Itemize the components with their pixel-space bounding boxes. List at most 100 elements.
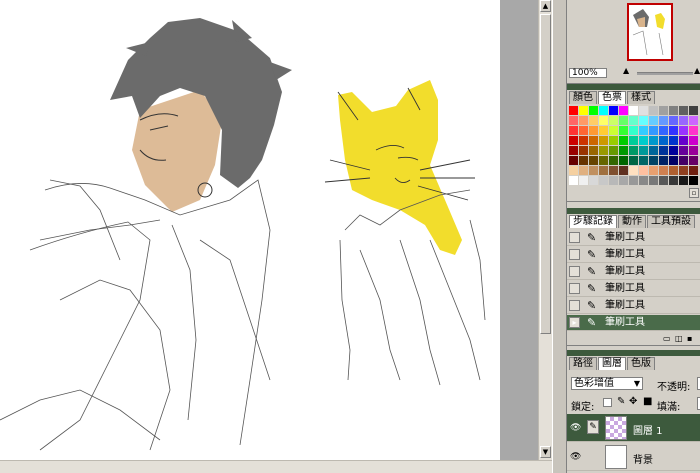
history-item[interactable]: ✎ 筆刷工具 (567, 281, 700, 297)
scroll-up-arrow-icon[interactable]: ▲ (540, 0, 551, 12)
eye-icon[interactable]: 👁 (570, 452, 582, 462)
color-swatch[interactable] (679, 126, 688, 135)
color-swatch[interactable] (599, 106, 608, 115)
lock-move-icon[interactable]: ✥ (629, 396, 637, 407)
color-swatch[interactable] (659, 126, 668, 135)
tab-channels[interactable]: 色版 (627, 357, 655, 370)
tab-history[interactable]: 步驟記錄 (569, 215, 617, 228)
color-swatch[interactable] (659, 136, 668, 145)
navigator-preview[interactable] (627, 3, 673, 61)
color-swatch[interactable] (599, 156, 608, 165)
color-swatch[interactable] (609, 106, 618, 115)
color-swatch[interactable] (659, 176, 668, 185)
color-swatch[interactable] (639, 136, 648, 145)
color-swatch[interactable] (639, 156, 648, 165)
color-swatch[interactable] (599, 166, 608, 175)
color-swatch[interactable] (689, 106, 698, 115)
color-swatch[interactable] (579, 176, 588, 185)
color-swatch[interactable] (689, 126, 698, 135)
color-swatch[interactable] (599, 176, 608, 185)
color-swatch[interactable] (629, 126, 638, 135)
color-swatch[interactable] (569, 136, 578, 145)
snapshot-source-checkbox[interactable] (569, 300, 580, 311)
color-swatch[interactable] (649, 126, 658, 135)
color-swatch[interactable] (609, 176, 618, 185)
color-swatch[interactable] (629, 116, 638, 125)
color-swatch[interactable] (619, 126, 628, 135)
color-swatch[interactable] (649, 166, 658, 175)
canvas-area[interactable] (0, 0, 538, 460)
color-swatch[interactable] (649, 116, 658, 125)
tab-color[interactable]: 顏色 (569, 91, 597, 104)
tab-styles[interactable]: 樣式 (627, 91, 655, 104)
color-swatch[interactable] (589, 156, 598, 165)
zoom-level-field[interactable]: 100% (569, 68, 607, 78)
color-swatch[interactable] (669, 166, 678, 175)
history-item[interactable]: ✎ 筆刷工具 (567, 264, 700, 280)
tab-swatches[interactable]: 色票 (598, 91, 626, 104)
color-swatch[interactable] (579, 166, 588, 175)
history-item[interactable]: ✎ 筆刷工具 (567, 230, 700, 246)
history-item[interactable]: ✎ 筆刷工具 (567, 247, 700, 263)
color-swatch[interactable] (689, 156, 698, 165)
color-swatch[interactable] (619, 116, 628, 125)
color-swatch[interactable] (599, 116, 608, 125)
color-swatch[interactable] (599, 146, 608, 155)
color-swatch[interactable] (689, 116, 698, 125)
color-swatch[interactable] (669, 116, 678, 125)
color-swatch[interactable] (679, 156, 688, 165)
color-swatch[interactable] (589, 176, 598, 185)
color-swatch[interactable] (649, 146, 658, 155)
color-swatch[interactable] (619, 156, 628, 165)
color-swatch[interactable] (639, 146, 648, 155)
snapshot-source-checkbox[interactable] (569, 232, 580, 243)
tab-actions[interactable]: 動作 (618, 215, 646, 228)
color-swatch[interactable] (629, 176, 638, 185)
color-swatch[interactable] (669, 106, 678, 115)
color-swatch[interactable] (569, 106, 578, 115)
color-swatch[interactable] (629, 106, 638, 115)
history-item[interactable]: ▸ ✎ 筆刷工具 (567, 315, 700, 331)
color-swatch[interactable] (569, 176, 578, 185)
panel-titlebar[interactable] (567, 208, 700, 214)
color-swatch[interactable] (669, 156, 678, 165)
color-swatch[interactable] (569, 146, 578, 155)
color-swatch[interactable] (579, 146, 588, 155)
horizontal-scrollbar[interactable] (0, 460, 552, 473)
color-swatch[interactable] (669, 176, 678, 185)
color-swatch[interactable] (599, 126, 608, 135)
color-swatch[interactable] (619, 146, 628, 155)
color-swatch[interactable] (659, 156, 668, 165)
color-swatch[interactable] (639, 176, 648, 185)
color-swatch[interactable] (679, 136, 688, 145)
vertical-scrollbar[interactable]: ▲ ▼ (538, 0, 552, 460)
color-swatch[interactable] (639, 126, 648, 135)
color-swatch[interactable] (669, 126, 678, 135)
color-swatch[interactable] (609, 166, 618, 175)
color-swatch[interactable] (589, 146, 598, 155)
color-swatch[interactable] (659, 146, 668, 155)
snapshot-source-checkbox[interactable] (569, 266, 580, 277)
color-swatch[interactable] (689, 136, 698, 145)
color-swatch[interactable] (679, 116, 688, 125)
blend-mode-select[interactable]: 色彩增值 ▼ (571, 377, 643, 390)
color-swatch[interactable] (659, 166, 668, 175)
color-swatch[interactable] (569, 156, 578, 165)
color-swatch[interactable] (649, 106, 658, 115)
color-swatch[interactable] (579, 126, 588, 135)
color-swatch[interactable] (609, 146, 618, 155)
color-swatch[interactable] (649, 136, 658, 145)
color-swatch[interactable] (589, 106, 598, 115)
color-swatch[interactable] (639, 106, 648, 115)
color-swatch[interactable] (629, 166, 638, 175)
snapshot-source-checkbox[interactable] (569, 249, 580, 260)
color-swatch[interactable] (649, 156, 658, 165)
color-swatch[interactable] (609, 116, 618, 125)
color-swatch[interactable] (679, 176, 688, 185)
brush-link-icon[interactable]: ✎ (587, 420, 599, 434)
color-swatch[interactable] (579, 136, 588, 145)
lock-all-icon[interactable]: ■ (643, 396, 652, 407)
color-swatch[interactable] (629, 146, 638, 155)
color-swatch[interactable] (589, 136, 598, 145)
color-swatch[interactable] (639, 166, 648, 175)
